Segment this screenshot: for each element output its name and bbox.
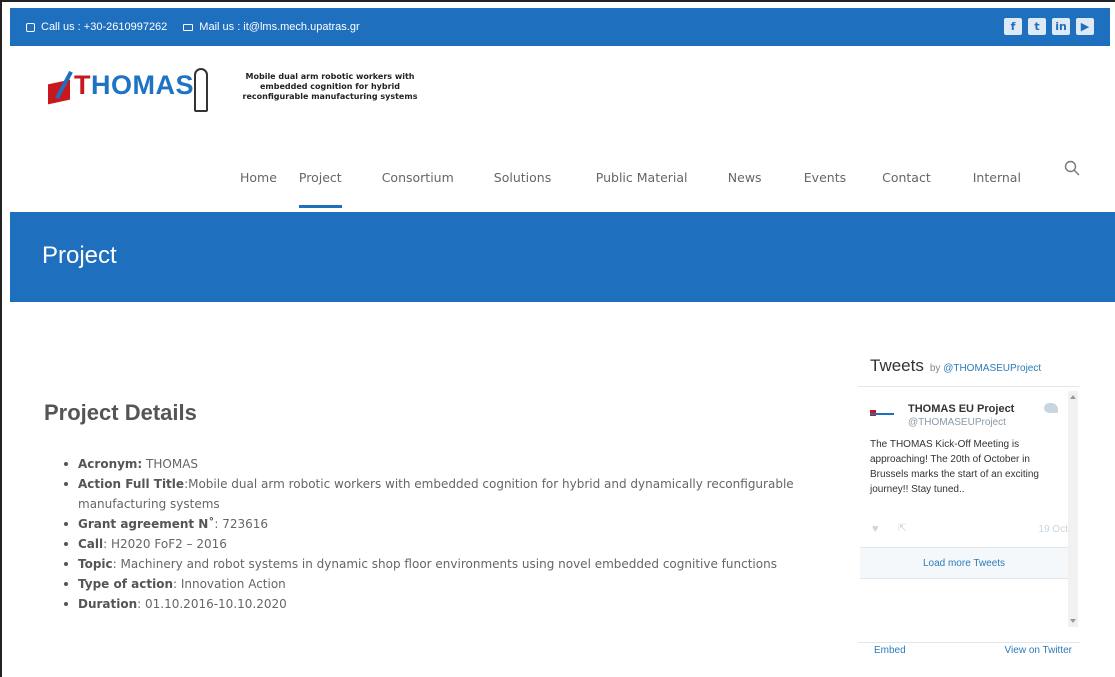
detail-item: Grant agreement N˚: 723616 xyxy=(64,514,824,534)
tweet-author-handle[interactable]: @THOMASEUProject xyxy=(908,417,1006,428)
detail-item: Topic: Machinery and robot systems in dy… xyxy=(64,554,824,574)
tweet-author[interactable]: THOMAS EU Project xyxy=(908,403,1014,415)
detail-value: :Mobile dual arm robotic workers with em… xyxy=(78,477,794,511)
phone-text: Call us : +30-2610997262 xyxy=(41,21,168,33)
nav-item-home[interactable]: Home xyxy=(240,142,277,212)
detail-item: Acronym: THOMAS xyxy=(64,454,824,474)
scroll-up-icon[interactable] xyxy=(1070,395,1076,399)
twitter-timeline: THOMAS EU Project @THOMASEUProject The T… xyxy=(858,386,1080,630)
like-icon[interactable]: ♥ xyxy=(872,524,882,535)
nav-item-project[interactable]: Project xyxy=(298,142,342,212)
detail-label: Topic xyxy=(78,557,113,571)
embed-link[interactable]: Embed xyxy=(874,645,906,656)
tweet-actions: ♥ ⇱ 19 Oct xyxy=(870,523,1068,537)
project-details-list: Acronym: THOMAS Action Full Title:Mobile … xyxy=(64,454,824,614)
detail-item: Duration: 01.10.2016-10.10.2020 xyxy=(64,594,824,614)
mail-text[interactable]: Mail us : it@lms.mech.upatras.gr xyxy=(199,21,359,33)
detail-label: Call xyxy=(78,537,104,551)
main-navigation: Home Project Consortium Solutions Public Mat… xyxy=(230,142,1021,212)
tweets-header: Tweets by @THOMASEUProject xyxy=(870,356,1041,376)
detail-item: Action Full Title:Mobile dual arm roboti… xyxy=(64,474,824,514)
nav-item-events[interactable]: Events xyxy=(804,142,846,212)
phone-contact: Call us : +30-2610997262 xyxy=(26,21,167,33)
mail-icon xyxy=(183,23,194,31)
detail-value: : 01.10.2016-10.10.2020 xyxy=(137,597,287,611)
detail-item: Call: H2020 FoF2 – 2016 xyxy=(64,534,824,554)
tweets-handle-link[interactable]: @THOMASEUProject xyxy=(943,363,1041,374)
detail-label: Grant agreement N˚ xyxy=(78,517,215,531)
nav-item-public-material[interactable]: Public Material xyxy=(596,142,688,212)
twitter-icon[interactable]: t xyxy=(1028,18,1046,35)
detail-value: : 723616 xyxy=(214,517,269,531)
load-more-tweets-button[interactable]: Load more Tweets xyxy=(860,547,1068,579)
detail-value: THOMAS xyxy=(142,457,199,471)
detail-label: Duration xyxy=(78,597,138,611)
detail-label: Action Full Title xyxy=(78,477,185,491)
page-title-band: Project xyxy=(10,212,1115,302)
nav-item-solutions[interactable]: Solutions xyxy=(494,142,552,212)
linkedin-icon[interactable]: in xyxy=(1052,18,1070,35)
facebook-icon[interactable]: f xyxy=(1004,18,1022,35)
detail-value: : H2020 FoF2 – 2016 xyxy=(103,537,227,551)
nav-item-news[interactable]: News xyxy=(728,142,764,212)
twitter-footer: Embed View on Twitter xyxy=(858,642,1080,658)
top-contact-bar: Call us : +30-2610997262 Mail us : it@lm… xyxy=(10,8,1110,46)
site-logo[interactable]: THOMAS xyxy=(44,64,214,134)
tweets-title: Tweets xyxy=(870,356,924,375)
social-links: f t in ▶ xyxy=(1004,18,1094,35)
page-title: Project xyxy=(42,242,117,269)
detail-value: : Innovation Action xyxy=(172,577,286,591)
tweet-card[interactable]: THOMAS EU Project @THOMASEUProject The T… xyxy=(860,391,1068,625)
scroll-down-icon[interactable] xyxy=(1070,619,1076,623)
phone-icon xyxy=(26,22,35,32)
view-on-twitter-link[interactable]: View on Twitter xyxy=(1005,645,1072,656)
tweet-date[interactable]: 19 Oct xyxy=(1039,524,1068,535)
tweets-by-label: by xyxy=(929,363,944,374)
detail-label: Acronym: xyxy=(78,457,143,471)
logo-wordmark: THOMAS xyxy=(74,70,194,100)
project-details-heading: Project Details xyxy=(44,400,197,425)
tweets-byline: by @THOMASEUProject xyxy=(930,363,1041,374)
twitter-bird-icon[interactable] xyxy=(1044,403,1058,413)
detail-item: Type of action: Innovation Action xyxy=(64,574,824,594)
search-icon[interactable] xyxy=(1064,160,1080,176)
logo-tagline: Mobile dual arm robotic workers with emb… xyxy=(242,72,418,101)
nav-item-contact[interactable]: Contact xyxy=(882,142,931,212)
detail-value: : Machinery and robot systems in dynamic… xyxy=(112,557,777,571)
page-frame: Call us : +30-2610997262 Mail us : it@lm… xyxy=(0,0,1115,677)
youtube-icon[interactable]: ▶ xyxy=(1076,18,1094,35)
logo-worker-figure xyxy=(194,68,208,112)
tweet-avatar[interactable] xyxy=(870,409,894,419)
mail-contact[interactable]: Mail us : it@lms.mech.upatras.gr xyxy=(183,21,360,33)
detail-label: Type of action xyxy=(78,577,173,591)
share-icon[interactable]: ⇱ xyxy=(898,523,906,534)
nav-item-consortium[interactable]: Consortium xyxy=(382,142,454,212)
timeline-scrollbar[interactable] xyxy=(1068,391,1078,627)
nav-item-internal[interactable]: Internal xyxy=(973,142,1021,212)
tweet-text: The THOMAS Kick-Off Meeting is approachi… xyxy=(870,439,1039,495)
